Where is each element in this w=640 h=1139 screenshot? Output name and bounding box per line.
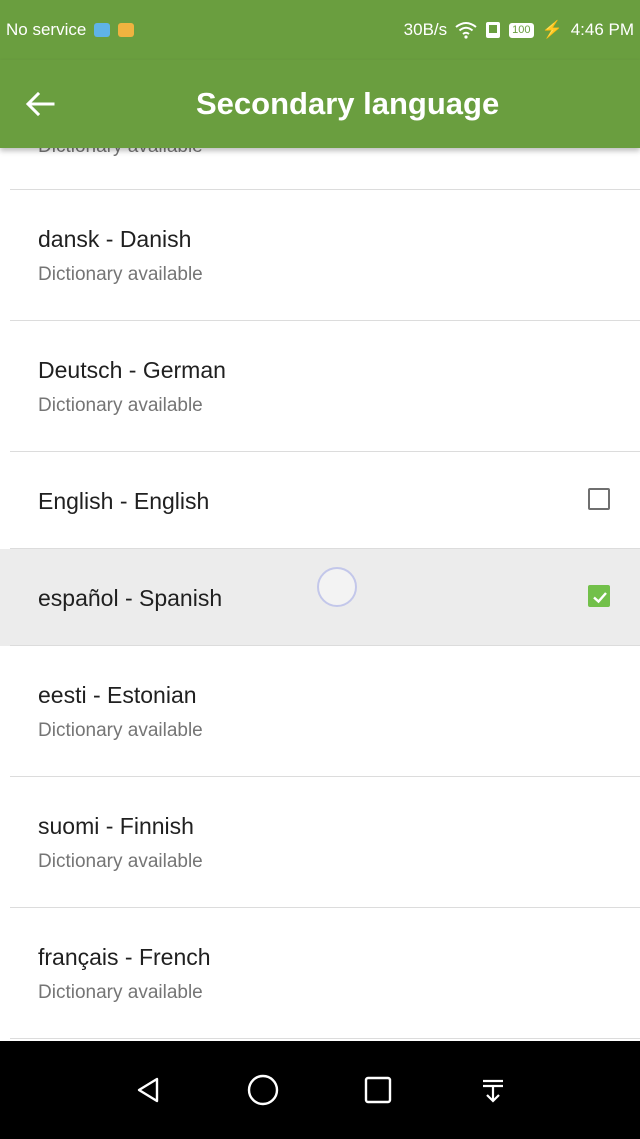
clock: 4:46 PM xyxy=(570,20,634,39)
app-bar: Secondary language xyxy=(0,60,640,148)
notification-app-icon xyxy=(118,23,135,37)
recents-square-icon xyxy=(364,1076,391,1104)
back-triangle-icon xyxy=(137,1077,158,1103)
nav-home-button[interactable] xyxy=(243,1070,283,1110)
language-name: español - Spanish xyxy=(38,585,223,611)
nav-recents-button[interactable] xyxy=(358,1070,398,1110)
charging-icon: ⚡ xyxy=(541,20,563,39)
wifi-icon xyxy=(455,22,477,39)
battery-icon: 100 xyxy=(509,22,534,38)
list-item[interactable]: dansk - Danish Dictionary available xyxy=(0,190,640,321)
list-item[interactable]: español - Spanish xyxy=(0,549,640,646)
list-item[interactable]: suomi - Finnish Dictionary available xyxy=(0,777,640,908)
language-name: français - French xyxy=(38,944,211,970)
language-name: Deutsch - German xyxy=(38,357,226,383)
network-speed: 30B/s xyxy=(403,20,448,39)
checkmark-icon xyxy=(593,592,607,604)
system-nav-bar xyxy=(0,1041,640,1139)
list-item[interactable]: français - French Dictionary available xyxy=(0,908,640,1039)
list-item-subtitle: Dictionary available xyxy=(38,395,203,416)
phone-icon xyxy=(486,22,501,38)
list-item-subtitle: Dictionary available xyxy=(38,982,203,1003)
list-item[interactable]: Dictionary available xyxy=(10,148,640,190)
nav-back-button[interactable] xyxy=(128,1070,168,1110)
language-name: English - English xyxy=(38,488,210,514)
spanish-checkbox[interactable] xyxy=(588,585,610,607)
status-right: 30B/s 100 ⚡ 4:46 PM xyxy=(404,20,634,40)
list-item[interactable]: Deutsch - German Dictionary available xyxy=(0,321,640,452)
touch-indicator xyxy=(317,567,357,607)
back-button[interactable] xyxy=(0,60,80,148)
notification-pull-icon xyxy=(482,1079,503,1103)
notification-app-icon xyxy=(94,23,111,37)
home-circle-icon xyxy=(247,1074,278,1106)
nav-notification-button[interactable] xyxy=(473,1070,513,1110)
language-name: dansk - Danish xyxy=(38,226,192,252)
list-item[interactable]: English - English xyxy=(0,452,640,549)
language-name: eesti - Estonian xyxy=(38,682,197,708)
carrier-status: No service xyxy=(6,20,87,39)
status-bar: No service 30B/s 100 ⚡ 4:46 PM xyxy=(0,0,640,60)
language-list: Dictionary available dansk - Danish Dict… xyxy=(0,148,640,1041)
arrow-left-icon xyxy=(25,91,55,117)
page-title: Secondary language xyxy=(196,86,500,121)
list-item-subtitle: Dictionary available xyxy=(38,851,203,872)
list-item-subtitle: Dictionary available xyxy=(38,148,203,158)
list-item-subtitle: Dictionary available xyxy=(38,264,203,285)
list-item-subtitle: Dictionary available xyxy=(38,720,203,741)
status-left: No service xyxy=(6,20,135,40)
list-item[interactable]: eesti - Estonian Dictionary available xyxy=(0,646,640,777)
language-name: suomi - Finnish xyxy=(38,813,194,839)
english-checkbox[interactable] xyxy=(588,488,610,510)
